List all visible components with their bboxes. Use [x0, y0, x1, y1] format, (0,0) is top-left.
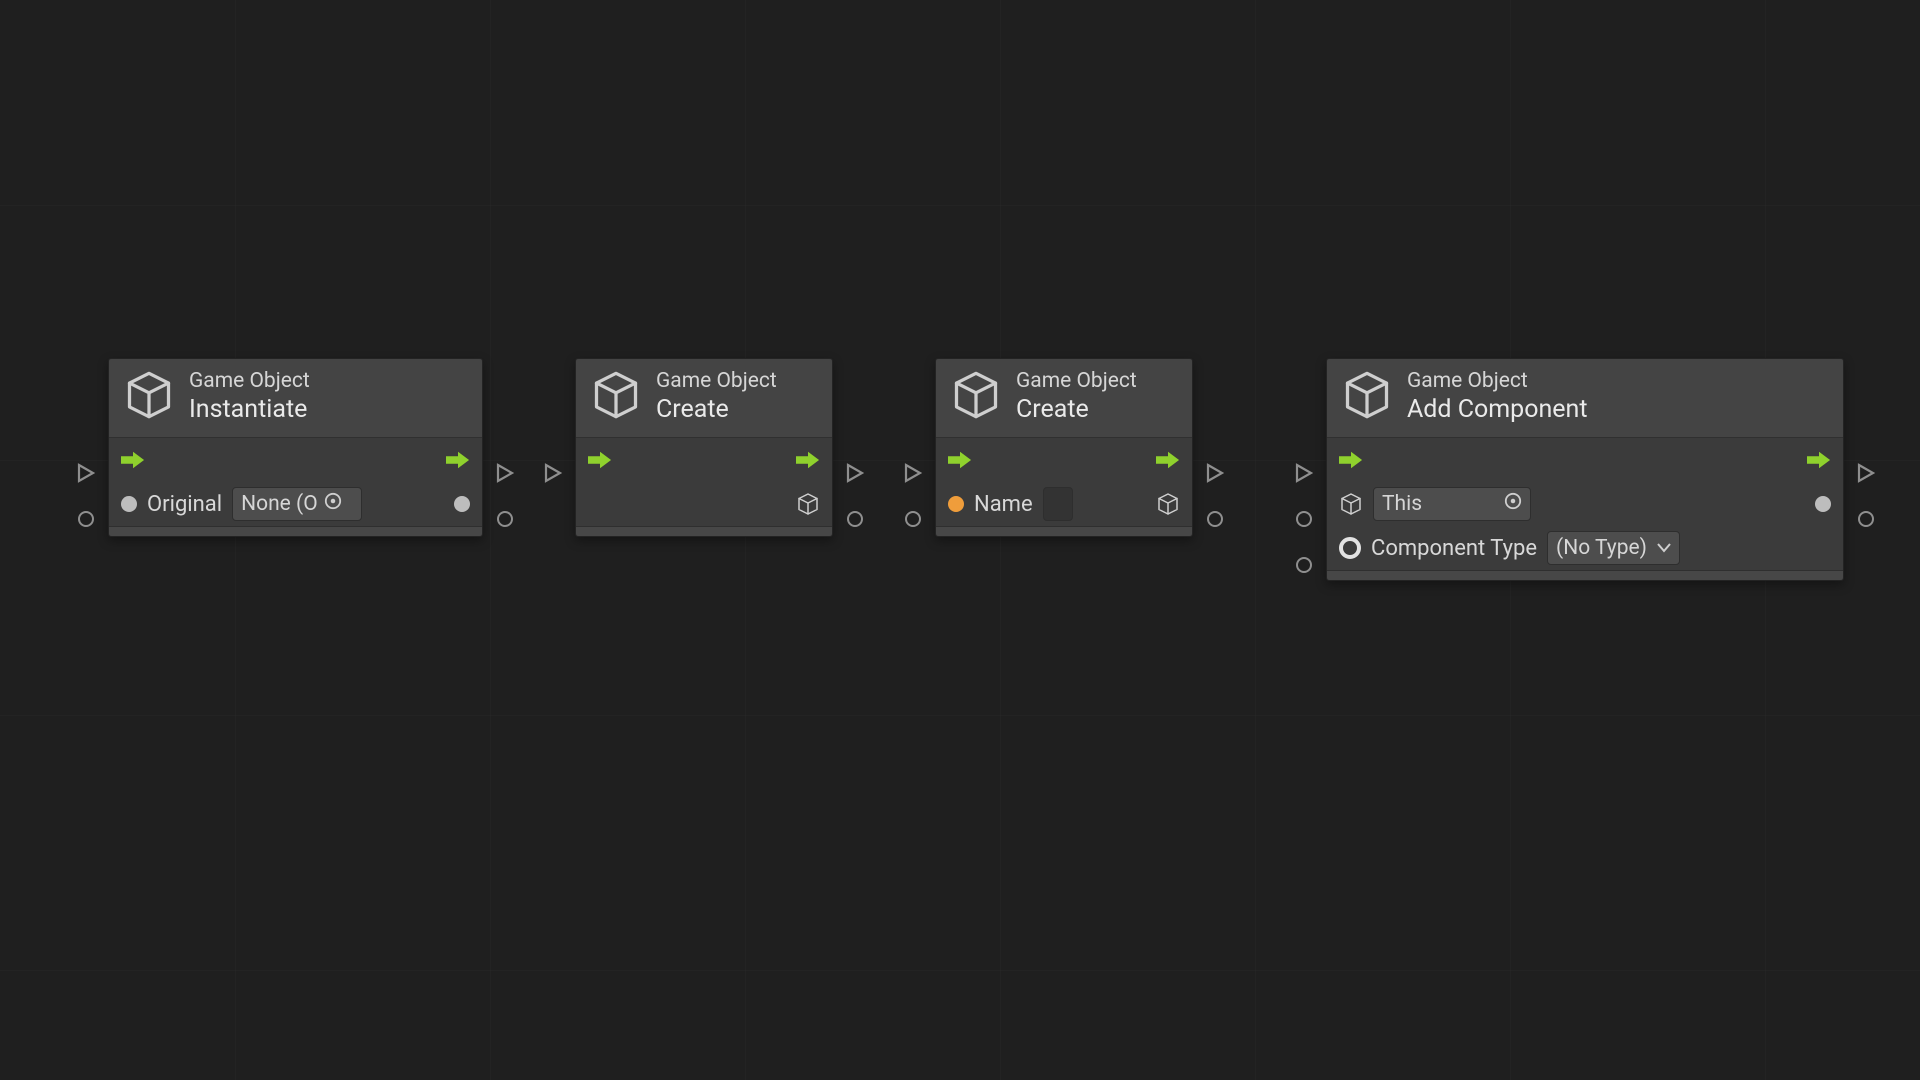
- output-port-dot[interactable]: [454, 496, 470, 512]
- data-out-port[interactable]: [497, 511, 513, 527]
- flow-in[interactable]: [948, 450, 972, 470]
- data-in-port[interactable]: [905, 511, 921, 527]
- exec-out-port[interactable]: [496, 463, 514, 483]
- node-footer: [936, 526, 1192, 536]
- node-header[interactable]: Game Object Create: [936, 359, 1192, 438]
- flow-out[interactable]: [446, 450, 470, 470]
- component-type-dropdown[interactable]: (No Type): [1547, 531, 1680, 565]
- data-out-port[interactable]: [1858, 511, 1874, 527]
- exec-in-port[interactable]: [904, 463, 922, 483]
- gameobject-input-icon[interactable]: [1339, 492, 1363, 516]
- name-field[interactable]: [1043, 487, 1073, 521]
- gameobject-output-icon[interactable]: [1156, 492, 1180, 516]
- row-original: Original None (O: [109, 482, 482, 526]
- node-title: Create: [1016, 395, 1137, 425]
- node-title: Create: [656, 395, 777, 425]
- cube-icon: [1341, 369, 1393, 425]
- row-this: This: [1327, 482, 1843, 526]
- node-body: Name: [936, 438, 1192, 526]
- flow-in[interactable]: [121, 450, 145, 470]
- row-flow: [1327, 438, 1843, 482]
- node-footer: [109, 526, 482, 536]
- output-port-dot[interactable]: [1815, 496, 1831, 512]
- chevron-down-icon: [1657, 543, 1671, 553]
- exec-out-port[interactable]: [846, 463, 864, 483]
- node-body: This Component Type (No Type): [1327, 438, 1843, 570]
- node-header[interactable]: Game Object Instantiate: [109, 359, 482, 438]
- row-output-object: [576, 482, 832, 526]
- node-create2[interactable]: Game Object Create Name: [935, 358, 1193, 537]
- node-header[interactable]: Game Object Add Component: [1327, 359, 1843, 438]
- this-field-value: This: [1382, 492, 1498, 516]
- row-flow: [109, 438, 482, 482]
- data-out-port[interactable]: [1207, 511, 1223, 527]
- node-addcomponent[interactable]: Game Object Add Component This: [1326, 358, 1844, 581]
- flow-in[interactable]: [588, 450, 612, 470]
- flow-out[interactable]: [1156, 450, 1180, 470]
- row-flow: [576, 438, 832, 482]
- graph-canvas[interactable]: Game Object Instantiate Original None (O: [0, 0, 1920, 1080]
- node-body: Original None (O: [109, 438, 482, 526]
- cube-icon: [590, 369, 642, 425]
- exec-in-port[interactable]: [77, 463, 95, 483]
- row-flow: [936, 438, 1192, 482]
- input-port-dot[interactable]: [121, 496, 137, 512]
- node-create1[interactable]: Game Object Create: [575, 358, 833, 537]
- flow-out[interactable]: [1807, 450, 1831, 470]
- row-type: Component Type (No Type): [1327, 526, 1843, 570]
- component-type-label: Component Type: [1371, 536, 1537, 561]
- string-port-dot[interactable]: [948, 496, 964, 512]
- node-category: Game Object: [189, 369, 310, 394]
- this-field[interactable]: This: [1373, 487, 1531, 521]
- exec-in-port[interactable]: [1295, 463, 1313, 483]
- node-footer: [1327, 570, 1843, 580]
- component-type-value: (No Type): [1556, 536, 1647, 560]
- node-category: Game Object: [1407, 369, 1588, 394]
- node-title: Add Component: [1407, 395, 1588, 425]
- original-field-value: None (O: [241, 492, 318, 516]
- flow-out[interactable]: [796, 450, 820, 470]
- node-header[interactable]: Game Object Create: [576, 359, 832, 438]
- node-instantiate[interactable]: Game Object Instantiate Original None (O: [108, 358, 483, 537]
- flow-in[interactable]: [1339, 450, 1363, 470]
- exec-in-port[interactable]: [544, 463, 562, 483]
- row-name: Name: [936, 482, 1192, 526]
- object-picker-icon[interactable]: [324, 492, 342, 516]
- node-footer: [576, 526, 832, 536]
- data-in-port[interactable]: [1296, 557, 1312, 573]
- data-out-port[interactable]: [847, 511, 863, 527]
- original-field[interactable]: None (O: [232, 487, 362, 521]
- node-category: Game Object: [1016, 369, 1137, 394]
- cube-icon: [950, 369, 1002, 425]
- original-label: Original: [147, 492, 222, 517]
- data-in-port[interactable]: [78, 511, 94, 527]
- name-label: Name: [974, 492, 1033, 517]
- exec-out-port[interactable]: [1206, 463, 1224, 483]
- data-in-port[interactable]: [1296, 511, 1312, 527]
- cube-icon: [123, 369, 175, 425]
- node-title: Instantiate: [189, 395, 310, 425]
- exec-out-port[interactable]: [1857, 463, 1875, 483]
- node-body: [576, 438, 832, 526]
- object-picker-icon[interactable]: [1504, 492, 1522, 516]
- type-port-ring[interactable]: [1339, 537, 1361, 559]
- gameobject-output-icon[interactable]: [796, 492, 820, 516]
- node-category: Game Object: [656, 369, 777, 394]
